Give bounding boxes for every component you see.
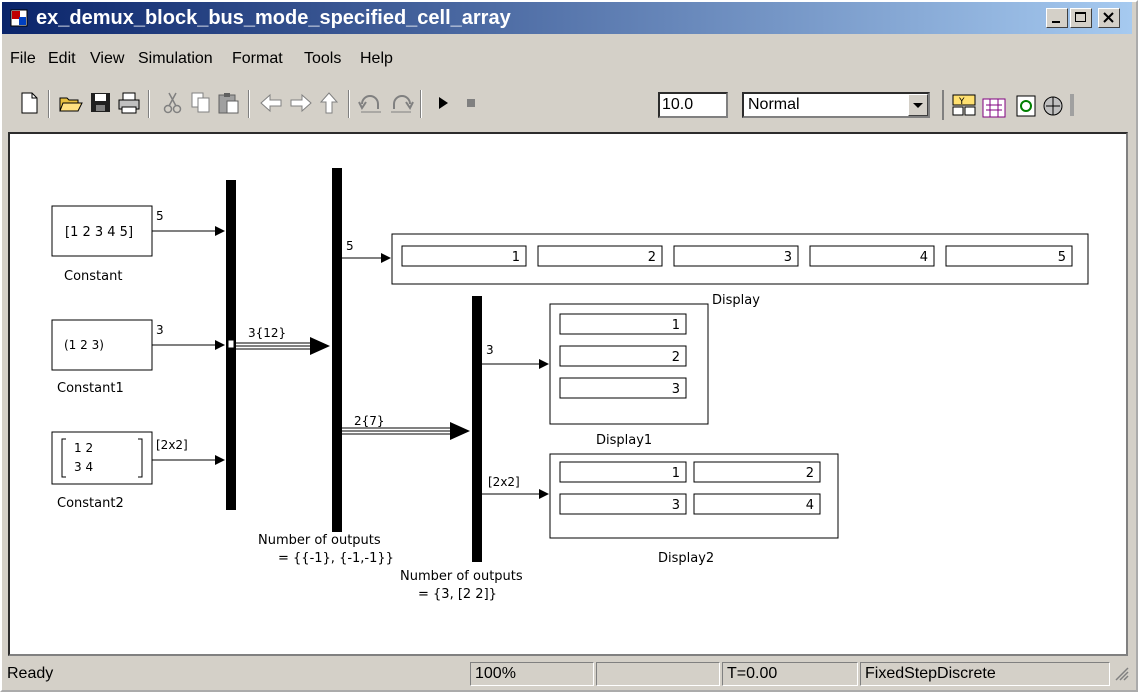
maximize-button[interactable] <box>1070 8 1092 28</box>
signal-label: [2x2] <box>488 475 520 489</box>
copy-icon[interactable] <box>188 90 214 116</box>
refresh-icon[interactable] <box>1016 95 1036 117</box>
display2-value: 1 <box>672 466 680 481</box>
display-value: 5 <box>1058 250 1066 265</box>
library-browser-icon[interactable] <box>982 98 1006 118</box>
status-solver: FixedStepDiscrete <box>860 662 1110 686</box>
block-diagram: [1 2 3 4 5] Constant 5 (1 2 3) Constant1… <box>51 168 1089 602</box>
constant1-value: (1 2 3) <box>64 338 104 352</box>
window-title: ex_demux_block_bus_mode_specified_cell_a… <box>36 7 511 29</box>
display-label: Display <box>712 293 760 308</box>
up-icon[interactable] <box>316 90 342 116</box>
menu-view[interactable]: View <box>90 50 124 68</box>
display1-value: 1 <box>672 318 680 333</box>
toolbar-separator <box>348 90 350 118</box>
status-zoom: 100% <box>470 662 594 686</box>
display2-value: 2 <box>806 466 814 481</box>
display1-value: 3 <box>672 382 680 397</box>
simulation-mode-value: Normal <box>748 96 800 113</box>
title-bar[interactable]: ex_demux_block_bus_mode_specified_cell_a… <box>2 2 1132 34</box>
display-value: 4 <box>920 250 928 265</box>
build-icon[interactable]: Y <box>952 94 976 116</box>
demux1-label-line1: Number of outputs <box>258 533 381 548</box>
display2-value: 3 <box>672 498 680 513</box>
simulation-mode-select[interactable]: Normal <box>742 92 930 118</box>
menu-edit[interactable]: Edit <box>48 50 76 68</box>
status-state: Ready <box>7 665 54 682</box>
display-value: 1 <box>512 250 520 265</box>
constant1-label: Constant1 <box>57 381 124 396</box>
signal-label: [2x2] <box>156 438 188 452</box>
display1-block[interactable]: 1 2 3 <box>549 303 709 425</box>
display2-block[interactable]: 1 2 3 4 <box>549 453 839 539</box>
toolbar-separator <box>48 90 50 118</box>
model-explorer-icon[interactable] <box>1043 96 1063 116</box>
redo-icon[interactable] <box>388 90 414 116</box>
forward-icon[interactable] <box>288 90 314 116</box>
minimize-icon <box>1052 21 1060 23</box>
toolbar-separator <box>248 90 250 118</box>
display2-value: 4 <box>806 498 814 513</box>
constant2-block[interactable]: 1 2 3 4 <box>51 431 153 485</box>
menu-format[interactable]: Format <box>232 50 283 68</box>
signal-label: 3 <box>156 323 164 337</box>
display-value: 3 <box>784 250 792 265</box>
constant2-row2: 3 4 <box>74 460 93 474</box>
constant2-row1: 1 2 <box>74 441 93 455</box>
minimize-button[interactable] <box>1046 8 1068 28</box>
model-canvas[interactable]: [1 2 3 4 5] Constant 5 (1 2 3) Constant1… <box>8 132 1128 656</box>
constant-block[interactable]: [1 2 3 4 5] <box>51 205 153 257</box>
toolbar-extra: Y <box>942 90 1074 120</box>
constant1-block[interactable]: (1 2 3) <box>51 319 153 371</box>
toolbar-separator <box>420 90 422 118</box>
print-icon[interactable] <box>116 90 142 116</box>
menu-bar: File Edit View Simulation Format Tools H… <box>2 46 1132 72</box>
signal-label: 5 <box>346 239 354 253</box>
status-empty <box>596 662 720 686</box>
bus-signal-label: 3{12} <box>248 326 286 340</box>
close-icon <box>1103 12 1114 23</box>
menu-simulation[interactable]: Simulation <box>138 50 213 68</box>
undo-icon[interactable] <box>358 90 384 116</box>
display-block[interactable]: 1 2 3 4 5 <box>391 233 1089 285</box>
status-time: T=0.00 <box>722 662 858 686</box>
stop-simulation-icon[interactable] <box>458 90 484 116</box>
constant2-label: Constant2 <box>57 496 124 511</box>
back-icon[interactable] <box>258 90 284 116</box>
open-icon[interactable] <box>58 90 84 116</box>
display-value: 2 <box>648 250 656 265</box>
constant-value: [1 2 3 4 5] <box>65 225 133 240</box>
resize-grip-icon[interactable] <box>1114 666 1130 682</box>
save-icon[interactable] <box>88 90 114 116</box>
close-button[interactable] <box>1098 8 1120 28</box>
menu-file[interactable]: File <box>10 50 36 68</box>
demux1-block[interactable] <box>332 168 342 532</box>
demux2-block[interactable] <box>472 296 482 562</box>
simulink-model-icon <box>10 9 28 27</box>
display2-label: Display2 <box>658 551 714 566</box>
stop-time-field[interactable]: 10.0 <box>658 92 728 118</box>
svg-text:Y: Y <box>958 97 965 107</box>
demux2-label-line2: = {3, [2 2]} <box>418 587 497 602</box>
bus-signal-label: 2{7} <box>354 414 385 428</box>
demux1-label-line2: = {{-1}, {-1,-1}} <box>278 551 394 566</box>
paste-icon[interactable] <box>216 90 242 116</box>
maximize-icon <box>1075 12 1086 22</box>
start-simulation-icon[interactable] <box>430 90 456 116</box>
signal-label: 3 <box>486 343 494 357</box>
demux2-label-line1: Number of outputs <box>400 569 523 584</box>
new-model-icon[interactable] <box>16 90 42 116</box>
dropdown-arrow-icon[interactable] <box>908 94 928 116</box>
display1-label: Display1 <box>596 433 652 448</box>
menu-tools[interactable]: Tools <box>304 50 341 68</box>
cut-icon[interactable] <box>160 90 186 116</box>
signal-label: 5 <box>156 209 164 223</box>
status-bar: Ready 100% T=0.00 FixedStepDiscrete <box>2 660 1132 688</box>
menu-help[interactable]: Help <box>360 50 393 68</box>
constant-label: Constant <box>64 269 122 284</box>
display1-value: 2 <box>672 350 680 365</box>
toolbar-separator <box>148 90 150 118</box>
